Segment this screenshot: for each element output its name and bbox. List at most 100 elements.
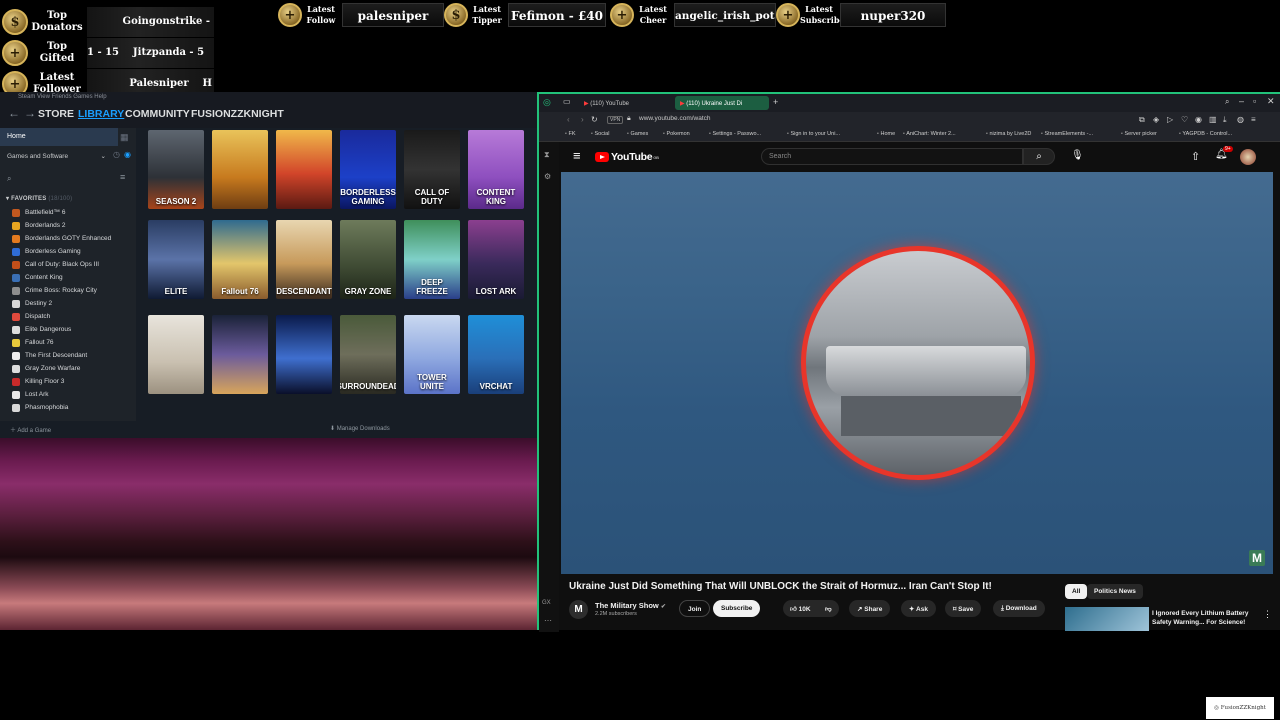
bookmark-item[interactable]: ▪ YAGPDB - Control... — [1179, 131, 1232, 137]
tab-library[interactable]: LIBRARY — [78, 108, 124, 120]
game-list-item[interactable]: Fallout 76 — [12, 336, 136, 349]
game-list-item[interactable]: Lost Ark — [12, 388, 136, 401]
settings-icon[interactable]: ⚙ — [544, 172, 551, 181]
bookmark-item[interactable]: ▪ AniChart: Winter 2... — [903, 131, 956, 137]
lock-icon[interactable]: 🔒︎ — [627, 115, 631, 123]
game-tile[interactable]: LOST ARK — [468, 220, 524, 299]
search-tabs-icon[interactable]: ⌕ — [1225, 97, 1229, 107]
grid-view-icon[interactable]: ▦ — [120, 132, 129, 143]
mic-icon[interactable]: 🎙︎ — [1071, 150, 1084, 161]
url-field[interactable]: www.youtube.com/watch — [639, 115, 711, 122]
channel-avatar[interactable]: M — [569, 600, 588, 619]
dislike-button[interactable]: 👎︎ — [819, 600, 839, 617]
game-tile[interactable] — [148, 315, 204, 394]
game-tile[interactable] — [212, 130, 268, 209]
bookmark-item[interactable]: ▪ Social — [591, 131, 609, 137]
filter-icon[interactable]: ≡ — [120, 172, 125, 182]
upload-icon[interactable]: ⇧ — [1191, 150, 1200, 163]
game-tile[interactable]: DESCENDANT — [276, 220, 332, 299]
game-tile[interactable]: SURROUNDEAD — [340, 315, 396, 394]
game-list-item[interactable]: Call of Duty: Black Ops III — [12, 258, 136, 271]
bookmark-item[interactable]: ▪ Home — [877, 131, 895, 137]
more-icon[interactable]: ⋯ — [544, 616, 552, 625]
game-tile[interactable]: Fallout 76 — [212, 220, 268, 299]
library-filter-select[interactable]: Games and Software ⌄ — [0, 150, 108, 164]
profile-icon[interactable]: ◍ — [1237, 115, 1244, 124]
forward-arrow-icon[interactable]: → — [24, 106, 36, 120]
shield-icon[interactable]: ◈ — [1153, 115, 1159, 124]
game-list-item[interactable]: Killing Floor 3 — [12, 375, 136, 388]
search-input[interactable]: Search — [761, 148, 1023, 165]
recommended-video[interactable]: I Ignored Every Lithium Battery Safety W… — [1065, 607, 1280, 631]
download-icon[interactable]: ⤓ — [1223, 115, 1227, 125]
game-list-item[interactable]: Gray Zone Warfare — [12, 362, 136, 375]
tab-store[interactable]: STORE — [38, 108, 74, 120]
channel-name[interactable]: The Military Show ✔ — [595, 601, 666, 610]
history-icon[interactable]: ⧗ — [544, 150, 550, 160]
minimize-icon[interactable]: – — [1239, 96, 1244, 106]
avatar[interactable] — [1240, 149, 1256, 165]
game-list-item[interactable]: Dispatch — [12, 310, 136, 323]
game-tile[interactable] — [276, 315, 332, 394]
tab-ukraine-video[interactable]: ▶ (110) Ukraine Just Di — [675, 96, 769, 110]
game-tile[interactable] — [212, 315, 268, 394]
library-home-button[interactable]: Home — [0, 128, 118, 146]
reload-icon[interactable]: ↻ — [591, 115, 598, 124]
recent-icon[interactable]: ◷ — [113, 150, 120, 159]
tabs-icon[interactable]: ▭ — [563, 97, 571, 106]
game-list-item[interactable]: The First Descendant — [12, 349, 136, 362]
chip-all[interactable]: All — [1065, 584, 1088, 599]
download-button[interactable]: ⤓ Download — [993, 600, 1045, 617]
back-icon[interactable]: ‹ — [567, 115, 570, 124]
tab-youtube-home[interactable]: ▶ (110) YouTube — [579, 96, 669, 110]
game-list-item[interactable]: Crime Boss: Rockay City — [12, 284, 136, 297]
search-button[interactable]: ⌕ — [1023, 148, 1055, 165]
bookmark-item[interactable]: ▪ nizima by Live2D — [986, 131, 1031, 137]
like-button[interactable]: 👍︎ 10K — [783, 600, 819, 617]
game-list-item[interactable]: Borderless Gaming — [12, 245, 136, 258]
save-button[interactable]: ⌑ Save — [945, 600, 982, 617]
manage-downloads-button[interactable]: ⬇ Manage Downloads — [330, 425, 390, 432]
channel-watermark[interactable]: M — [1249, 550, 1265, 566]
game-tile[interactable]: CONTENT KING — [468, 130, 524, 209]
play-icon[interactable]: ▷ — [1167, 115, 1173, 124]
extension-icon[interactable]: ⧉ — [1139, 115, 1145, 125]
game-tile[interactable]: SEASON 2 — [148, 130, 204, 209]
bookmark-item[interactable]: ▪ Server picker — [1121, 131, 1157, 137]
steam-menu-bar[interactable]: Steam View Friends Games Help — [18, 94, 107, 100]
youtube-logo[interactable]: YouTube GB — [595, 151, 659, 163]
chip-politics-news[interactable]: Politics News — [1087, 584, 1143, 599]
game-tile[interactable] — [276, 130, 332, 209]
game-tile[interactable]: ELITE — [148, 220, 204, 299]
game-list-item[interactable]: Elite Dangerous — [12, 323, 136, 336]
game-tile[interactable]: TOWER UNITE — [404, 315, 460, 394]
translate-icon[interactable]: GX — [542, 600, 551, 606]
library-search[interactable]: ⌕ — [4, 174, 130, 186]
ask-button[interactable]: ✦ Ask — [901, 600, 936, 617]
vpn-badge[interactable]: VPN — [607, 116, 624, 124]
game-tile[interactable]: GRAY ZONE — [340, 220, 396, 299]
tab-profile[interactable]: FUSIONZZKNIGHT — [191, 108, 284, 120]
sidebar-icon[interactable]: ▥ — [1209, 115, 1217, 124]
bookmark-item[interactable]: ▪ FK — [565, 131, 576, 137]
share-button[interactable]: ↗ Share — [849, 600, 891, 617]
menu-icon[interactable]: ≡ — [1251, 115, 1256, 124]
tab-community[interactable]: COMMUNITY — [125, 108, 190, 120]
bookmark-item[interactable]: ▪ Games — [627, 131, 648, 137]
hamburger-icon[interactable]: ≡ — [573, 148, 581, 163]
game-list-item[interactable]: Content King — [12, 271, 136, 284]
close-icon[interactable]: ✕ — [1267, 96, 1275, 107]
video-player[interactable]: M — [561, 172, 1273, 574]
add-game-button[interactable]: ＋ Add a Game — [10, 425, 51, 434]
heart-icon[interactable]: ♡ — [1181, 115, 1188, 124]
subscribe-button[interactable]: Subscribe — [713, 600, 761, 617]
game-tile[interactable]: VRCHAT — [468, 315, 524, 394]
game-list-item[interactable]: Phasmophobia — [12, 401, 136, 414]
favorites-header[interactable]: ▾ FAVORITES (18/100) — [6, 195, 72, 202]
game-tile[interactable]: CALL OF DUTY — [404, 130, 460, 209]
camera-icon[interactable]: ◉ — [1195, 115, 1202, 124]
game-list-item[interactable]: Borderlands GOTY Enhanced — [12, 232, 136, 245]
bookmark-item[interactable]: ▪ Settings - Passwo... — [709, 131, 761, 137]
new-tab-icon[interactable]: + — [773, 97, 778, 107]
bookmark-item[interactable]: ▪ Pokemon — [663, 131, 690, 137]
